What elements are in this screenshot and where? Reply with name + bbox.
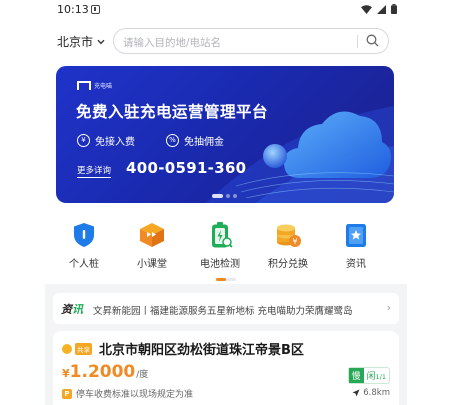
battery-icon <box>391 4 397 14</box>
quick-nav-label: 小课堂 <box>137 259 167 270</box>
station-name[interactable]: 北京市朝阳区劲松街道珠江帝景B区 <box>99 339 304 358</box>
banner-dot[interactable] <box>233 194 237 198</box>
quick-nav: 个人桩 小课堂 电池检测 ¥ 积分兑换 资讯 <box>45 212 407 284</box>
top-header: 北京市 请输入目的地/电站名 <box>45 20 407 62</box>
coins-icon: ¥ <box>273 220 303 250</box>
station-card[interactable]: 共享 北京市朝阳区劲松街道珠江帝景B区 ¥1.2000/度 慢 闲1/1 P 停… <box>53 331 399 405</box>
search-box[interactable]: 请输入目的地/电站名 <box>113 28 389 54</box>
station-price: ¥1.2000/度 <box>62 362 149 382</box>
parking-icon: P <box>62 388 72 399</box>
quick-nav-label: 积分兑换 <box>268 259 308 270</box>
yen-circle-icon: ¥ <box>77 134 90 147</box>
banner-section: 充电喵 免费入驻充电运营管理平台 ¥ 免接入费 % 免抽佣金 更多详询 400-… <box>45 62 407 212</box>
percent-circle-icon: % <box>166 134 179 147</box>
banner-title: 免费入驻充电运营管理平台 <box>76 103 269 121</box>
quick-nav-label: 电池检测 <box>200 259 240 270</box>
class-box-icon <box>137 220 167 250</box>
banner-pagination <box>212 194 237 198</box>
status-bar: 10:13 <box>45 0 407 20</box>
station-tag: 共享 <box>75 342 92 355</box>
news-book-icon <box>341 220 371 250</box>
battery-check-icon <box>205 220 235 250</box>
status-time: 10:13 <box>57 3 89 16</box>
slow-charger-badge: 慢 闲1/1 <box>347 367 390 384</box>
quick-nav-battery-check[interactable]: 电池检测 <box>190 220 250 270</box>
station-distance[interactable]: 6.8km <box>352 388 390 398</box>
notification-icon <box>91 5 100 14</box>
quick-nav-personal-pile[interactable]: 个人桩 <box>54 220 114 270</box>
chevron-down-icon <box>97 39 105 44</box>
shield-icon <box>69 220 99 250</box>
chevron-right-icon[interactable]: › <box>387 301 391 314</box>
quick-nav-news[interactable]: 资讯 <box>326 220 386 270</box>
banner-logo: 充电喵 <box>77 81 112 90</box>
search-divider <box>357 35 358 48</box>
smile-icon <box>62 343 72 354</box>
parking-note: P 停车收费标准以现场规定为准 <box>62 387 193 400</box>
banner-feature-1: ¥ 免接入费 <box>77 133 135 148</box>
search-input[interactable]: 请输入目的地/电站名 <box>123 35 221 50</box>
banner-dot[interactable] <box>226 194 230 198</box>
city-label: 北京市 <box>57 35 94 49</box>
news-badge: 资讯 <box>61 303 83 316</box>
banner-consult-label: 更多详询 <box>77 166 112 178</box>
quick-nav-scroll-indicator <box>216 278 236 281</box>
wifi-icon <box>361 4 372 14</box>
banner-phone[interactable]: 400-0591-360 <box>126 159 246 177</box>
city-selector[interactable]: 北京市 <box>57 33 105 50</box>
svg-text:¥: ¥ <box>292 237 297 246</box>
banner-dot[interactable] <box>212 194 223 198</box>
quick-nav-label: 资讯 <box>346 259 366 270</box>
banner-feature-2: % 免抽佣金 <box>166 133 224 148</box>
search-icon[interactable] <box>366 34 379 47</box>
news-ticker[interactable]: 资讯 文昇新能园丨福建能源服务五星新地标 充电喵助力荣膺耀鹭岛 › <box>53 293 399 324</box>
station-header: 共享 北京市朝阳区劲松街道珠江帝景B区 <box>62 339 304 358</box>
app-screen: 10:13 北京市 请输入目的地/电站名 充电喵 免费入驻充电运营管理平台 ¥ … <box>45 0 407 405</box>
logo-mark-icon <box>77 81 91 90</box>
quick-nav-classroom[interactable]: 小课堂 <box>122 220 182 270</box>
promo-banner[interactable]: 充电喵 免费入驻充电运营管理平台 ¥ 免接入费 % 免抽佣金 更多详询 400-… <box>56 66 394 203</box>
status-icons <box>361 4 397 14</box>
navigation-arrow-icon <box>352 389 360 397</box>
quick-nav-label: 个人桩 <box>69 259 99 270</box>
signal-icon <box>377 4 386 14</box>
quick-nav-points-exchange[interactable]: ¥ 积分兑换 <box>258 220 318 270</box>
news-headline[interactable]: 文昇新能园丨福建能源服务五星新地标 充电喵助力荣膺耀鹭岛 <box>93 303 378 317</box>
